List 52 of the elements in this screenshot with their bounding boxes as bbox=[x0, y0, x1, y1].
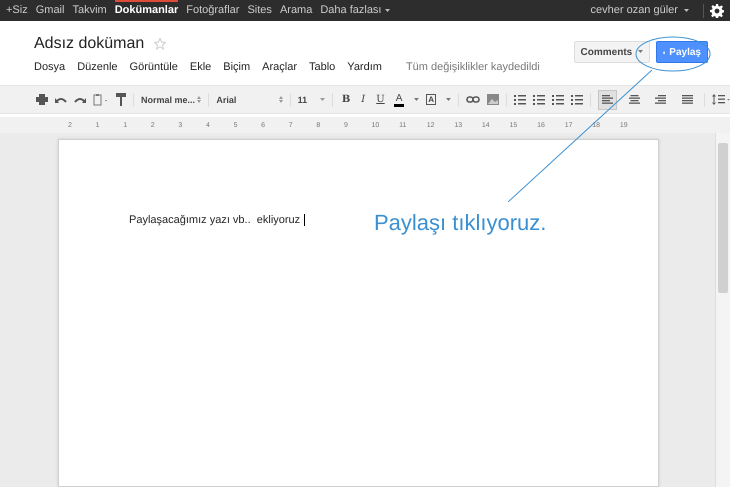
nav-link[interactable]: Fotoğraflar bbox=[186, 0, 240, 21]
bulleted-list-icon[interactable] bbox=[532, 94, 545, 104]
menu-item[interactable]: Düzenle bbox=[77, 61, 118, 73]
text-color-button[interactable]: A bbox=[394, 92, 404, 106]
font-size-select[interactable]: 11 bbox=[298, 94, 325, 104]
redo-icon[interactable] bbox=[74, 96, 86, 104]
nav-link[interactable]: Sites bbox=[247, 0, 272, 21]
nav-link[interactable]: Arama bbox=[280, 0, 312, 21]
nav-link[interactable]: Takvim bbox=[72, 0, 107, 21]
comments-button[interactable]: Comments bbox=[574, 41, 650, 63]
increase-indent-icon[interactable] bbox=[570, 94, 583, 104]
menu-item[interactable]: Tablo bbox=[309, 61, 336, 73]
caret-icon bbox=[684, 8, 689, 12]
menu-item[interactable]: Dosya bbox=[34, 61, 66, 73]
document-text[interactable]: Paylaşacağımız yazı vb.. ekliyoruz bbox=[129, 214, 306, 226]
clipboard-icon[interactable] bbox=[93, 94, 109, 106]
document-title[interactable]: Adsız doküman bbox=[34, 35, 144, 53]
star-icon[interactable] bbox=[154, 38, 166, 50]
caret-icon[interactable] bbox=[446, 98, 451, 101]
link-icon[interactable] bbox=[466, 96, 480, 103]
save-status: Tüm değişiklikler kaydedildi bbox=[406, 61, 540, 73]
caret-icon bbox=[320, 98, 325, 101]
bold-button[interactable]: B bbox=[340, 94, 352, 105]
user-menu[interactable]: cevher ozan güler bbox=[590, 0, 689, 21]
nav-link[interactable]: +Siz bbox=[6, 0, 28, 21]
annotation-text: Paylaşı tıklıyoruz. bbox=[374, 210, 546, 236]
menu-item[interactable]: Biçim bbox=[223, 61, 250, 73]
image-icon[interactable] bbox=[486, 94, 499, 105]
numbered-list-icon[interactable] bbox=[514, 94, 526, 104]
font-select[interactable]: Arial bbox=[216, 94, 283, 104]
caret-icon[interactable] bbox=[414, 98, 420, 101]
menu-item[interactable]: Görüntüle bbox=[130, 61, 178, 73]
menu-item[interactable]: Ekle bbox=[190, 61, 212, 73]
decrease-indent-icon[interactable] bbox=[552, 94, 564, 104]
underline-button[interactable]: U bbox=[374, 94, 387, 105]
scrollbar[interactable] bbox=[715, 133, 730, 487]
line-spacing-icon[interactable] bbox=[712, 94, 730, 105]
settings-icon[interactable] bbox=[703, 4, 724, 18]
caret-icon bbox=[384, 8, 390, 12]
up-down-arrows-icon bbox=[278, 96, 283, 103]
style-select[interactable]: Normal me... bbox=[140, 94, 202, 104]
nav-link[interactable]: Daha fazlası bbox=[320, 0, 390, 21]
menu-item[interactable]: Araçlar bbox=[262, 61, 297, 73]
nav-link[interactable]: Dokümanlar bbox=[114, 0, 178, 21]
italic-button[interactable]: I bbox=[359, 94, 368, 105]
undo-icon[interactable] bbox=[55, 96, 67, 104]
nav-link[interactable]: Gmail bbox=[36, 0, 64, 21]
up-down-arrows-icon bbox=[197, 96, 202, 103]
menu-item[interactable]: Yardım bbox=[347, 61, 382, 73]
caret-icon bbox=[638, 50, 643, 54]
align-left-icon[interactable] bbox=[598, 90, 618, 110]
highlight-button[interactable]: A bbox=[426, 94, 436, 105]
